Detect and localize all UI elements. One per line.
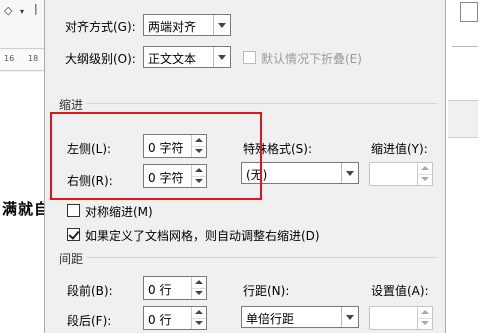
space-before-spinner[interactable]: 0 行 bbox=[143, 276, 207, 300]
spacing-at-label: 设置值(A): bbox=[371, 284, 429, 298]
ruler-number: 18 bbox=[28, 54, 39, 63]
spin-down-icon[interactable] bbox=[192, 288, 206, 299]
space-before-label: 段前(B): bbox=[67, 284, 113, 298]
right-panel-region bbox=[448, 100, 478, 138]
line-spacing-value: 单倍行距 bbox=[246, 312, 295, 326]
chevron-down-icon[interactable] bbox=[213, 47, 230, 67]
spacing-divider bbox=[87, 257, 437, 258]
auto-adjust-indent-label: 如果定义了文档网格，则自动调整右缩进(D) bbox=[85, 229, 320, 243]
line-spacing-label: 行距(N): bbox=[243, 284, 290, 298]
ruler-number: 16 bbox=[4, 54, 15, 63]
spin-down-icon[interactable] bbox=[418, 174, 432, 185]
indent-section-title: 缩进 bbox=[59, 98, 84, 112]
space-after-label: 段后(F): bbox=[67, 314, 112, 328]
indent-by-spinner[interactable] bbox=[369, 162, 433, 186]
dropdown-arrow-icon[interactable]: ▾ bbox=[20, 7, 24, 16]
highlight-box bbox=[50, 112, 262, 200]
right-panel-button[interactable] bbox=[460, 2, 478, 22]
spin-down-icon[interactable] bbox=[418, 318, 432, 329]
line-spacing-select[interactable]: 单倍行距 bbox=[241, 306, 359, 328]
outline-level-select[interactable]: 正文文本 bbox=[143, 46, 231, 68]
auto-adjust-indent-checkbox[interactable] bbox=[67, 228, 80, 241]
mirror-indents-checkbox[interactable] bbox=[67, 204, 80, 217]
indent-divider bbox=[87, 103, 437, 104]
ribbon-fragment: ◇ ▾ | bbox=[0, 0, 44, 49]
space-after-spinner[interactable]: 0 行 bbox=[143, 306, 207, 330]
indent-by-label: 缩进值(Y): bbox=[371, 142, 428, 156]
alignment-value: 两端对齐 bbox=[148, 20, 197, 34]
ribbon-divider: | bbox=[34, 2, 38, 15]
space-after-value: 0 行 bbox=[148, 313, 172, 327]
document-text: 满就自 bbox=[2, 200, 51, 218]
spacing-at-spinner[interactable] bbox=[369, 306, 433, 330]
alignment-select[interactable]: 两端对齐 bbox=[143, 14, 231, 36]
chevron-down-icon[interactable] bbox=[341, 307, 358, 327]
outline-level-label: 大纲级别(O): bbox=[65, 52, 136, 66]
paint-bucket-icon[interactable]: ◇ bbox=[4, 4, 12, 17]
collapse-default-label: 默认情况下折叠(E) bbox=[261, 52, 362, 66]
mirror-indents-label: 对称缩进(M) bbox=[85, 205, 153, 219]
document-window-right bbox=[446, 0, 480, 333]
space-before-value: 0 行 bbox=[148, 283, 172, 297]
spacing-section-title: 间距 bbox=[59, 252, 84, 266]
spin-down-icon[interactable] bbox=[192, 318, 206, 329]
collapse-default-checkbox[interactable] bbox=[243, 51, 256, 64]
chevron-down-icon[interactable] bbox=[213, 15, 230, 35]
outline-level-value: 正文文本 bbox=[148, 52, 197, 66]
right-divider bbox=[452, 46, 478, 47]
alignment-label: 对齐方式(G): bbox=[65, 20, 136, 34]
chevron-down-icon[interactable] bbox=[341, 163, 358, 183]
